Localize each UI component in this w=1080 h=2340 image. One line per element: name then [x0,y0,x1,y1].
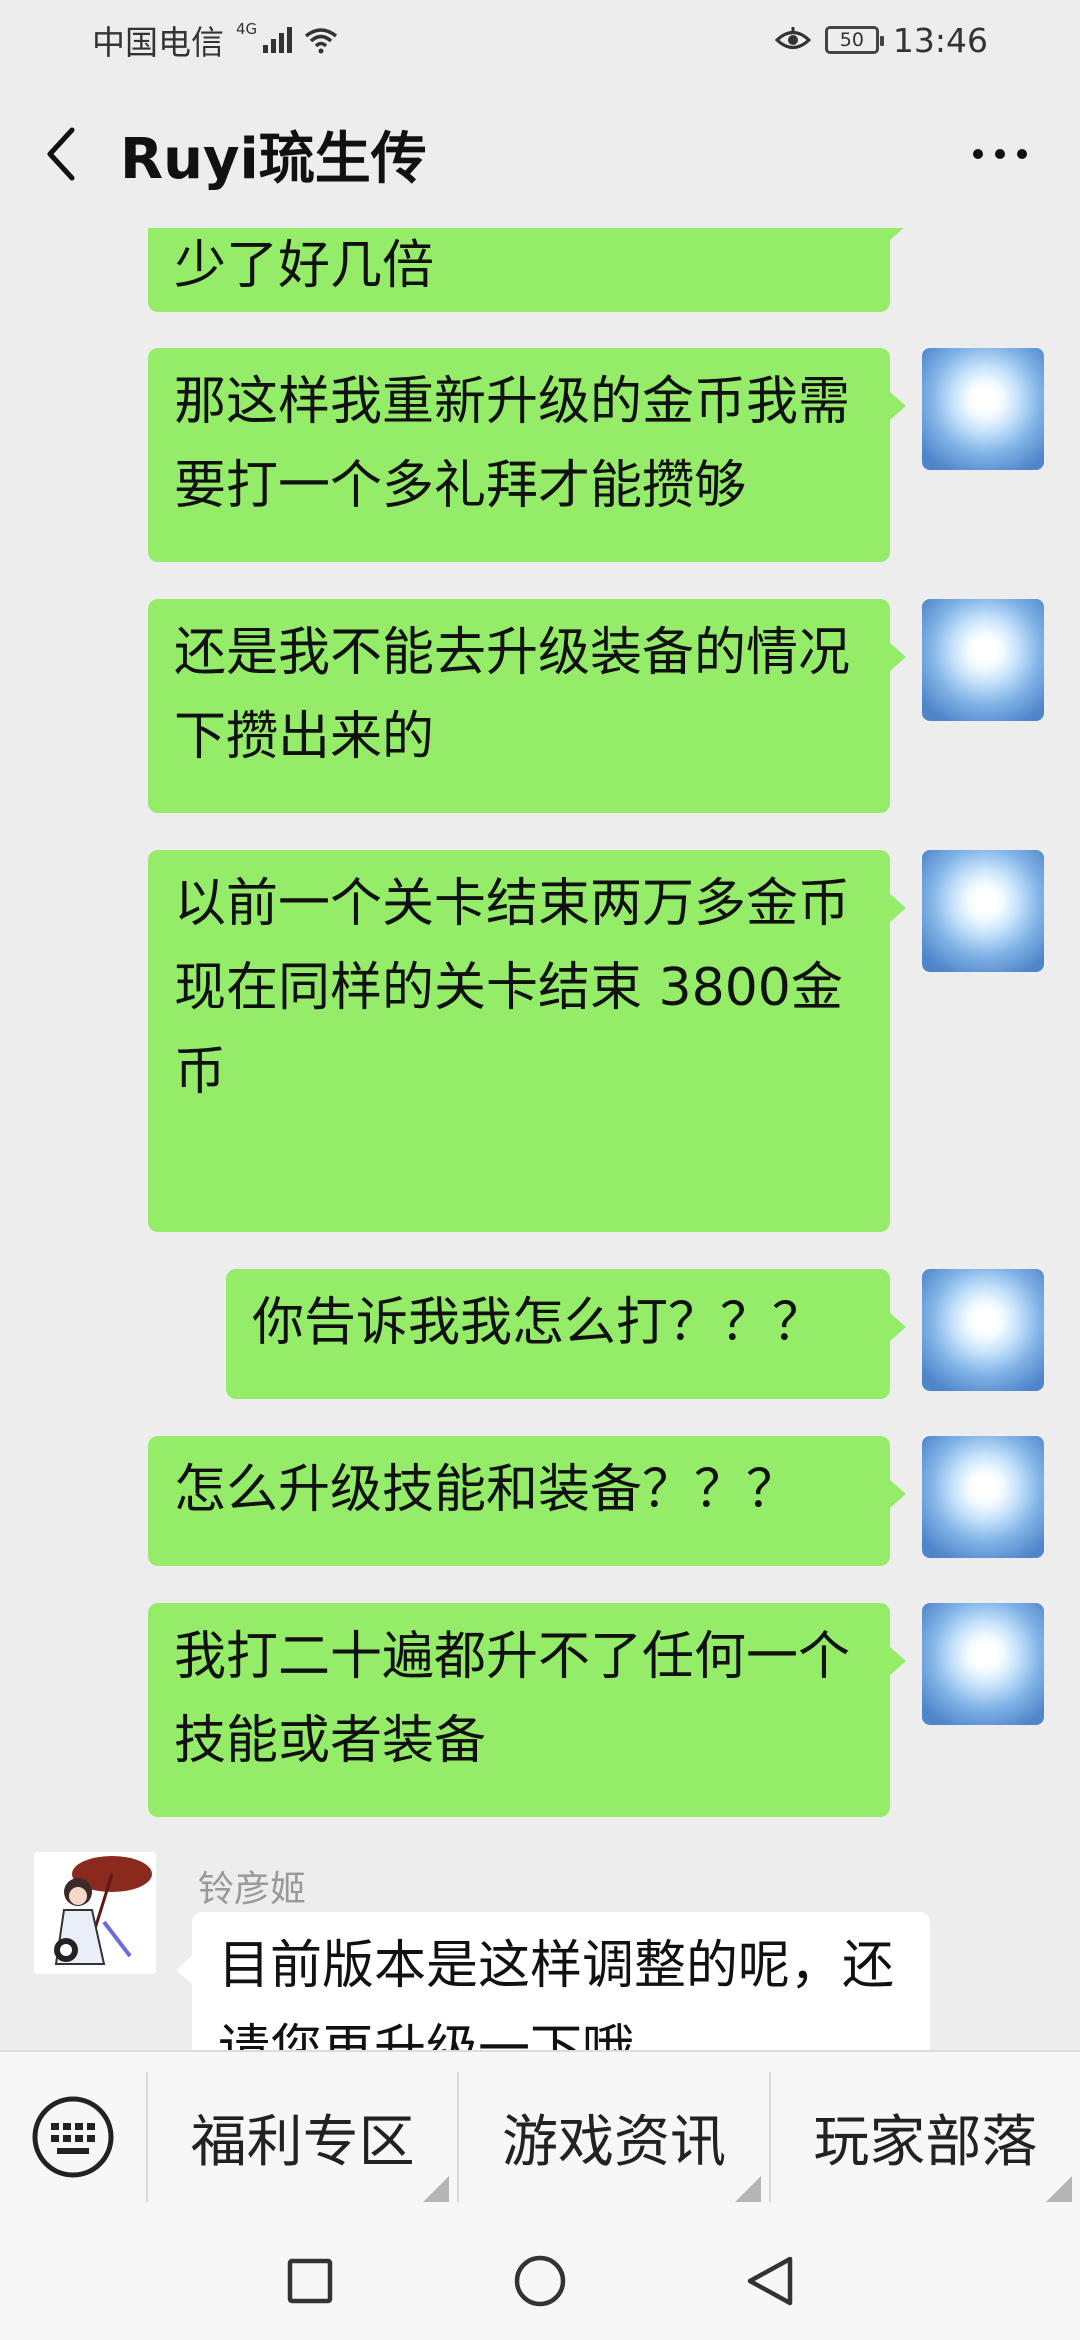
chat-header: Ruyi琉生传 [0,80,1080,228]
avatar[interactable] [34,1852,156,1974]
menu-item-label: 福利专区 [190,2109,415,2175]
menu-item-player-tribe[interactable]: 玩家部落 [768,2072,1080,2202]
chat-title: Ruyi琉生传 [120,126,427,192]
message-bubble[interactable]: 那这样我重新升级的金币我需要打一个多礼拜才能攒够 [148,348,906,562]
menu-item-label: 游戏资讯 [501,2109,726,2175]
menu-item-game-news[interactable]: 游戏资讯 [457,2072,768,2202]
submenu-corner-icon [734,2176,761,2202]
recent-apps-button[interactable] [195,2222,425,2340]
system-back-button[interactable] [655,2222,885,2340]
signal-icon [263,27,293,53]
message-bubble[interactable]: 少了好几倍 [148,228,906,312]
message-bubble[interactable]: 怎么升级技能和装备？？？ [148,1436,906,1566]
message-bubble[interactable]: 以前一个关卡结束两万多金币 现在同样的关卡结束 3800金币 [148,850,906,1232]
triangle-back-icon [747,2256,793,2306]
battery-icon: 50 [824,26,884,54]
back-button[interactable] [0,80,120,228]
keyboard-icon [32,2096,114,2178]
submenu-corner-icon [423,2176,450,2202]
network-type-label: 4G [236,20,258,38]
sender-name: 铃彦姬 [198,1869,307,1910]
submenu-corner-icon [1045,2176,1072,2202]
menu-item-label: 玩家部落 [813,2109,1038,2175]
message-bubble[interactable]: 你告诉我我怎么打？？？ [226,1269,906,1399]
avatar[interactable] [922,1436,1044,1558]
message-bubble[interactable]: 还是我不能去升级装备的情况下攒出来的 [148,599,906,813]
official-account-menu: 福利专区 游戏资讯 玩家部落 [0,2050,1080,2222]
avatar[interactable] [922,348,1044,470]
menu-item-welfare[interactable]: 福利专区 [146,2072,457,2202]
clock: 13:46 [892,20,988,60]
avatar[interactable] [922,1603,1044,1725]
carrier-label: 中国电信 [92,23,224,62]
eye-comfort-icon [774,27,811,49]
status-bar: 中国电信 4G 50 13:46 [0,0,1080,80]
keyboard-toggle-button[interactable] [0,2051,146,2223]
square-icon [287,2258,333,2304]
wifi-icon [305,28,338,54]
status-right: 50 13:46 [774,20,988,60]
avatar[interactable] [922,1269,1044,1391]
chevron-left-icon [47,127,75,181]
chat-area[interactable]: 少了好几倍 那这样我重新升级的金币我需要打一个多礼拜才能攒够 还是我不能去升级装… [0,228,1080,2050]
battery-level: 50 [839,29,864,51]
avatar[interactable] [922,599,1044,721]
more-dots-icon [973,149,1027,159]
avatar[interactable] [922,850,1044,972]
circle-icon [514,2255,566,2307]
status-left: 中国电信 4G [92,16,338,64]
system-nav-bar [0,2222,1080,2340]
message-bubble[interactable]: 目前版本是这样调整的呢，还请您再升级一下哦 [176,1912,930,2050]
home-button[interactable] [425,2222,655,2340]
more-button[interactable] [940,80,1060,228]
character-avatar-image [34,1852,156,1974]
message-bubble[interactable]: 我打二十遍都升不了任何一个技能或者装备 [148,1603,906,1817]
